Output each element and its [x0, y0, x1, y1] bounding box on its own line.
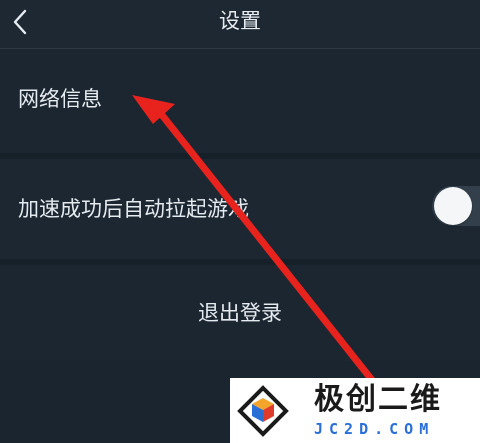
- chevron-left-icon: [13, 9, 27, 35]
- watermark-domain: JC2D.COM: [314, 420, 435, 438]
- toggle-knob: [434, 187, 472, 225]
- back-button[interactable]: [4, 6, 36, 38]
- auto-launch-item: 加速成功后自动拉起游戏: [0, 159, 480, 259]
- network-info-item[interactable]: 网络信息: [0, 49, 480, 153]
- logout-button[interactable]: 退出登录: [0, 265, 480, 361]
- logout-label: 退出登录: [198, 301, 282, 325]
- network-info-label: 网络信息: [18, 87, 102, 111]
- brand-logo: [237, 385, 289, 437]
- watermark: 极创二维 JC2D.COM: [230, 378, 480, 443]
- page-title: 设置: [219, 9, 261, 33]
- nav-bar: 设置: [0, 0, 480, 49]
- watermark-brand: 极创二维: [314, 382, 442, 417]
- auto-launch-label: 加速成功后自动拉起游戏: [18, 197, 249, 221]
- settings-screen: 设置 网络信息 加速成功后自动拉起游戏 退出登录: [0, 0, 480, 443]
- auto-launch-toggle[interactable]: [432, 186, 480, 226]
